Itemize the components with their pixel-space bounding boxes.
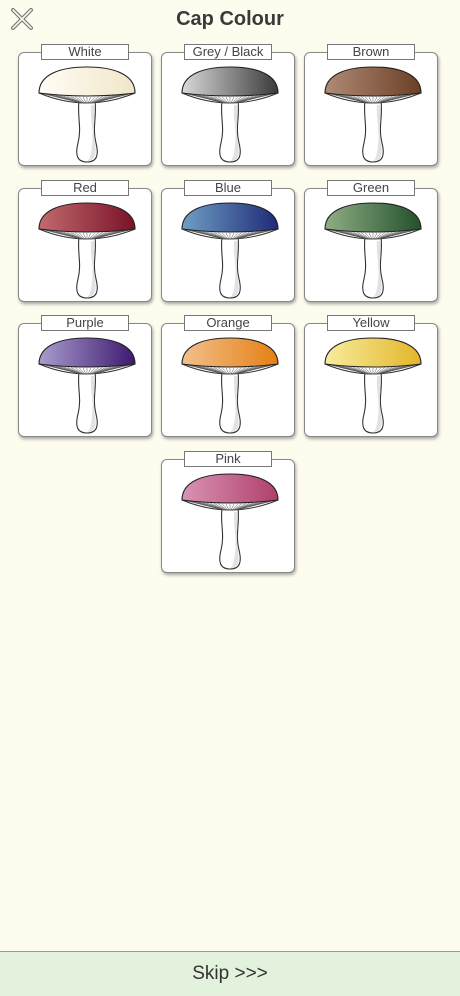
cap-colour-grid: White Grey / Black Brown Red Blue Green Purple… xyxy=(0,0,460,940)
colour-option-red[interactable]: Red xyxy=(18,180,152,302)
colour-option-yellow[interactable]: Yellow xyxy=(304,315,438,437)
mushroom-cap xyxy=(324,66,422,97)
colour-option-label: White xyxy=(41,44,129,60)
mushroom-cap xyxy=(38,66,136,97)
colour-option-label: Purple xyxy=(41,315,129,331)
colour-option-label: Yellow xyxy=(327,315,415,331)
colour-option-orange[interactable]: Orange xyxy=(161,315,295,437)
mushroom-cap xyxy=(324,202,422,233)
mushroom-icon xyxy=(324,337,422,434)
mushroom-icon xyxy=(181,337,279,434)
colour-option-blue[interactable]: Blue xyxy=(161,180,295,302)
skip-button[interactable]: Skip >>> xyxy=(0,951,460,996)
colour-option-brown[interactable]: Brown xyxy=(304,44,438,166)
colour-option-label: Brown xyxy=(327,44,415,60)
mushroom-cap xyxy=(181,202,279,233)
colour-option-label: Green xyxy=(327,180,415,196)
colour-option-white[interactable]: White xyxy=(18,44,152,166)
mushroom-cap xyxy=(181,66,279,97)
colour-option-green[interactable]: Green xyxy=(304,180,438,302)
mushroom-icon xyxy=(181,473,279,570)
mushroom-icon xyxy=(324,202,422,299)
mushroom-icon xyxy=(324,66,422,163)
mushroom-cap xyxy=(324,337,422,368)
mushroom-cap xyxy=(181,473,279,504)
colour-option-purple[interactable]: Purple xyxy=(18,315,152,437)
mushroom-cap xyxy=(38,337,136,368)
colour-option-grey-black[interactable]: Grey / Black xyxy=(161,44,295,166)
colour-option-label: Orange xyxy=(184,315,272,331)
mushroom-icon xyxy=(38,66,136,163)
colour-option-label: Pink xyxy=(184,451,272,467)
colour-option-label: Grey / Black xyxy=(184,44,272,60)
mushroom-icon xyxy=(38,337,136,434)
mushroom-icon xyxy=(38,202,136,299)
colour-option-label: Red xyxy=(41,180,129,196)
colour-option-pink[interactable]: Pink xyxy=(161,451,295,573)
mushroom-icon xyxy=(181,66,279,163)
mushroom-cap xyxy=(38,202,136,233)
mushroom-cap xyxy=(181,337,279,368)
mushroom-icon xyxy=(181,202,279,299)
skip-label: Skip >>> xyxy=(192,963,268,984)
colour-option-label: Blue xyxy=(184,180,272,196)
